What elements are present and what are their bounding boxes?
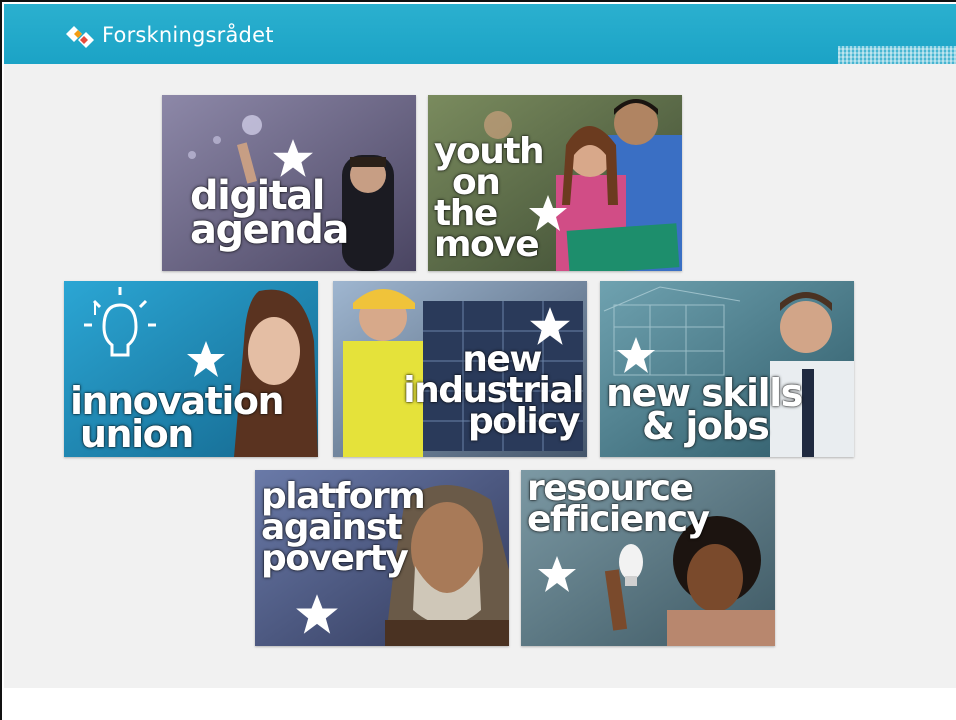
star-icon xyxy=(187,341,225,377)
tile-digital-agenda: digital agenda xyxy=(162,95,416,271)
tile-label-youth-on-the-move: youth on the move xyxy=(434,134,545,265)
star-icon xyxy=(538,556,576,592)
star-icon xyxy=(617,337,655,373)
forskningsradet-logo-icon xyxy=(66,26,94,48)
tile-label-new-industrial-policy: new industrial policy xyxy=(399,342,584,442)
tile-new-skills-jobs: new skills & jobs xyxy=(600,281,854,457)
header-corner-pattern xyxy=(838,46,956,66)
tile-label-line: policy xyxy=(468,400,581,442)
brand-name: Forskningsrådet xyxy=(102,23,274,47)
tile-label-resource-efficiency: resource efficiency xyxy=(527,471,710,540)
tile-label-new-skills-jobs: new skills & jobs xyxy=(606,374,803,444)
tile-label-digital-agenda: digital agenda xyxy=(190,176,349,254)
tile-new-industrial-policy: new industrial policy xyxy=(333,281,587,457)
header-bar: Forskningsrådet xyxy=(4,4,956,66)
tile-youth-on-the-move: youth on the move xyxy=(428,95,682,271)
tile-resource-efficiency: resource efficiency xyxy=(521,470,775,646)
tile-innovation-union: innovation union xyxy=(64,281,318,457)
tile-label-innovation-union: innovation union xyxy=(70,382,285,452)
tile-platform-against-poverty: platform against poverty xyxy=(255,470,509,646)
star-icon xyxy=(296,594,338,634)
tile-label-line: efficiency xyxy=(527,498,710,540)
slide: Forskningsrådet digital agenda youth on … xyxy=(0,0,956,720)
tile-label-line: poverty xyxy=(261,537,409,579)
tile-label-line: agenda xyxy=(190,207,349,254)
tile-label-platform-against-poverty: platform against poverty xyxy=(261,479,426,579)
tile-label-line: move xyxy=(434,223,540,265)
